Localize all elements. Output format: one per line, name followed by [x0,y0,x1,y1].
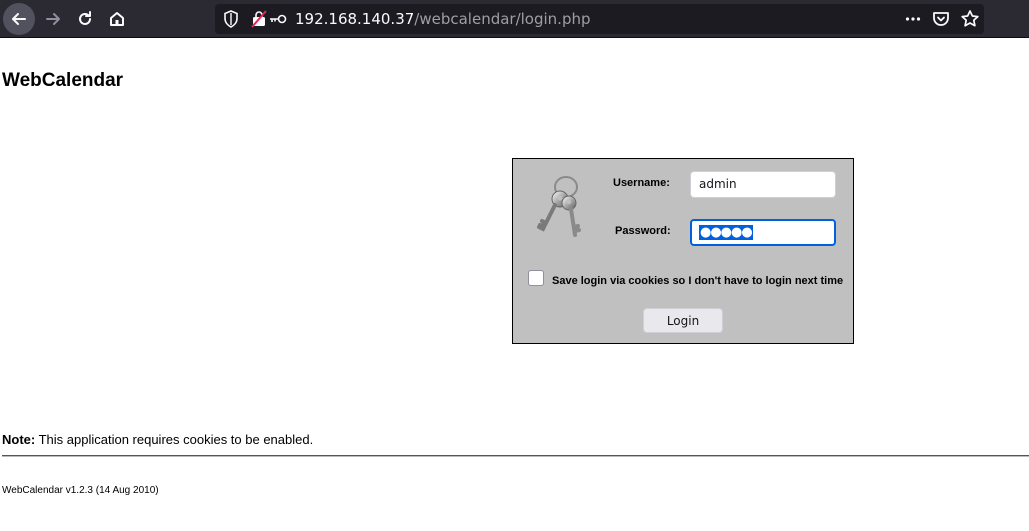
username-input[interactable]: admin [690,171,836,198]
cookie-note: Note: This application requires cookies … [2,432,313,447]
forward-arrow-icon [46,13,60,25]
shield-icon[interactable] [223,10,239,28]
divider [2,455,1029,457]
pocket-icon[interactable] [932,10,950,28]
url-bar[interactable]: 192.168.140.37/webcalendar/login.php [215,4,984,34]
back-arrow-icon [12,13,26,25]
note-label: Note: [2,432,36,447]
remember-me-label[interactable]: Save login via cookies so I don't have t… [552,275,843,287]
key-icon[interactable] [269,12,287,26]
password-label: Password: [615,225,671,237]
forward-button[interactable] [37,3,69,35]
login-button[interactable]: Login [643,308,723,333]
url-actions [904,9,980,29]
more-icon[interactable] [904,10,922,28]
bookmark-star-icon[interactable] [960,9,980,29]
password-input[interactable]: ●●●●● [690,219,836,246]
version-footer: WebCalendar v1.2.3 (14 Aug 2010) [2,485,159,496]
reload-button[interactable] [69,3,101,35]
keys-icon [537,176,581,237]
home-icon [110,12,124,26]
page-title: WebCalendar [2,70,124,91]
browser-toolbar: 192.168.140.37/webcalendar/login.php [0,0,1029,38]
home-button[interactable] [101,3,133,35]
url-host: 192.168.140.37 [295,10,415,28]
login-form: Username: admin Password: ●●●●● Save log… [512,158,854,344]
back-button[interactable] [3,3,35,35]
url-text[interactable]: 192.168.140.37/webcalendar/login.php [295,10,591,28]
insecure-lock-icon[interactable] [251,10,267,28]
username-label: Username: [613,177,670,189]
password-masked-value: ●●●●● [699,225,753,240]
remember-me-checkbox[interactable] [528,270,544,286]
url-path: /webcalendar/login.php [414,10,591,28]
note-text: This application requires cookies to be … [35,432,314,447]
reload-icon [79,11,91,25]
